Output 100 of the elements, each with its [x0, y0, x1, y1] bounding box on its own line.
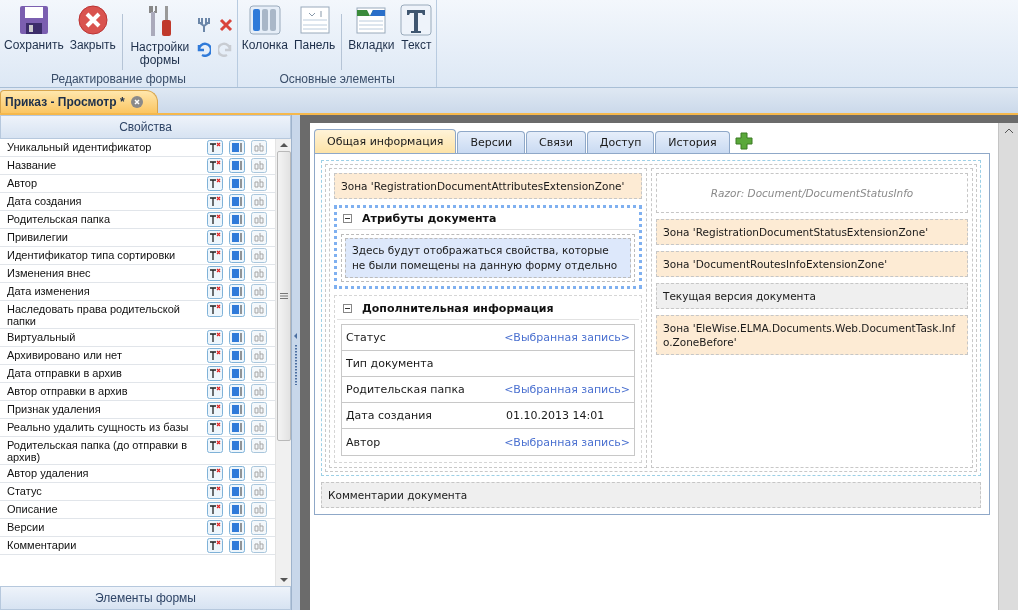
form-tab[interactable]: История: [655, 131, 730, 153]
property-name[interactable]: Автор отправки в архив: [7, 384, 207, 397]
property-name[interactable]: Наследовать права родительской папки: [7, 302, 207, 327]
property-name[interactable]: Родительская папка: [7, 212, 207, 225]
scrollbar-thumb[interactable]: [276, 151, 291, 441]
property-name[interactable]: Реально удалить сущность из базы: [7, 420, 207, 433]
field-icon[interactable]: [229, 348, 245, 363]
field-icon[interactable]: [229, 466, 245, 481]
ribbon-button[interactable]: Сохранить: [2, 2, 66, 54]
form-tab[interactable]: Общая информация: [314, 129, 457, 153]
text-label-icon[interactable]: [207, 248, 223, 263]
field-icon[interactable]: [229, 158, 245, 173]
field-icon[interactable]: [229, 330, 245, 345]
text-label-icon[interactable]: [207, 466, 223, 481]
collapse-icon[interactable]: [343, 214, 352, 223]
form-panel[interactable]: Атрибуты документа Здесь будут отображаться свойства, которые не были помещены на данную форму отдельно: [334, 205, 642, 289]
property-name[interactable]: Привилегии: [7, 230, 207, 243]
ribbon-button[interactable]: Колонка: [239, 2, 290, 54]
panel-footer[interactable]: Элементы формы: [0, 586, 291, 610]
property-block[interactable]: Комментарии документа: [321, 482, 981, 508]
text-label-icon[interactable]: [207, 348, 223, 363]
field-icon[interactable]: [229, 384, 245, 399]
property-name[interactable]: Версии: [7, 520, 207, 533]
property-name[interactable]: Автор: [7, 176, 207, 189]
text-label-icon[interactable]: [207, 402, 223, 417]
zone-block[interactable]: Зона 'EleWise.ELMA.Documents.Web.DocumentTask.Info.ZoneBefore': [656, 315, 968, 355]
ribbon-button[interactable]: Закрыть: [67, 2, 118, 54]
text-label-icon[interactable]: [207, 284, 223, 299]
collapse-icon[interactable]: [343, 304, 352, 313]
property-block[interactable]: Текущая версия документа: [656, 283, 968, 309]
field-icon[interactable]: [229, 266, 245, 281]
text-label-icon[interactable]: [207, 212, 223, 227]
text-label-icon[interactable]: [207, 266, 223, 281]
field-icon[interactable]: [229, 302, 245, 317]
document-tab[interactable]: Приказ - Просмотр *: [0, 90, 158, 113]
text-label-icon[interactable]: [207, 176, 223, 191]
zone-block[interactable]: Зона 'RegistrationDocumentStatusExtensionZone': [656, 219, 968, 245]
text-label-icon[interactable]: [207, 230, 223, 245]
field-icon[interactable]: [229, 502, 245, 517]
field-icon[interactable]: [229, 248, 245, 263]
zone-block[interactable]: Зона 'RegistrationDocumentAttributesExtensionZone': [334, 173, 642, 199]
field-icon[interactable]: [229, 230, 245, 245]
text-label-icon[interactable]: [207, 158, 223, 173]
field-icon[interactable]: [229, 284, 245, 299]
text-label-icon[interactable]: [207, 330, 223, 345]
field-icon[interactable]: [229, 438, 245, 453]
property-name[interactable]: Архивировано или нет: [7, 348, 207, 361]
text-label-icon[interactable]: [207, 366, 223, 381]
field-icon[interactable]: [229, 212, 245, 227]
property-name[interactable]: Дата создания: [7, 194, 207, 207]
ribbon-button[interactable]: Текст: [398, 2, 435, 54]
form-panel[interactable]: Дополнительная информация Статус <Выбранная запись> Тип документа Родительская папка <Выбранная запись> Дата создания 01.10.2013 14:01 Автор <Выбранная запись>: [334, 295, 642, 463]
scroll-up-icon[interactable]: [1003, 127, 1014, 135]
property-name[interactable]: Описание: [7, 502, 207, 515]
property-name[interactable]: Дата изменения: [7, 284, 207, 297]
field-icon[interactable]: [229, 366, 245, 381]
field-icon[interactable]: [229, 420, 245, 435]
zone-block[interactable]: Зона 'DocumentRoutesInfoExtensionZone': [656, 251, 968, 277]
form-tab[interactable]: Связи: [526, 131, 586, 153]
property-name[interactable]: Статус: [7, 484, 207, 497]
property-name[interactable]: Виртуальный: [7, 330, 207, 343]
field-link[interactable]: <Выбранная запись>: [504, 331, 630, 344]
property-name[interactable]: Автор удаления: [7, 466, 207, 479]
field-icon[interactable]: [229, 176, 245, 191]
text-label-icon[interactable]: [207, 194, 223, 209]
field-icon[interactable]: [229, 538, 245, 553]
text-label-icon[interactable]: [207, 420, 223, 435]
form-tab[interactable]: Доступ: [586, 131, 655, 153]
close-icon[interactable]: [130, 96, 143, 108]
property-name[interactable]: Название: [7, 158, 207, 171]
text-label-icon[interactable]: [207, 484, 223, 499]
property-name[interactable]: Изменения внес: [7, 266, 207, 279]
field-link[interactable]: <Выбранная запись>: [504, 383, 630, 396]
panel-header[interactable]: Свойства: [0, 115, 291, 139]
property-name[interactable]: Комментарии: [7, 538, 207, 551]
undo-icon: [196, 41, 212, 57]
form-tab[interactable]: Версии: [457, 131, 526, 153]
property-name[interactable]: Идентификатор типа сортировки: [7, 248, 207, 261]
field-icon[interactable]: [229, 140, 245, 155]
property-name[interactable]: Уникальный идентификатор: [7, 140, 207, 153]
text-label-icon[interactable]: [207, 502, 223, 517]
text-label-icon[interactable]: [207, 538, 223, 553]
field-icon[interactable]: [229, 402, 245, 417]
text-label-icon[interactable]: [207, 384, 223, 399]
razor-block[interactable]: Razor: Document/DocumentStatusInfo: [656, 173, 968, 213]
property-name[interactable]: Родительская папка (до отправки в архив): [7, 438, 207, 463]
field-icon[interactable]: [229, 194, 245, 209]
text-label-icon[interactable]: [207, 520, 223, 535]
ribbon-button[interactable]: Панель: [291, 2, 338, 54]
field-link[interactable]: <Выбранная запись>: [504, 435, 630, 449]
text-label-icon[interactable]: [207, 302, 223, 317]
field-icon[interactable]: [229, 484, 245, 499]
property-name[interactable]: Дата отправки в архив: [7, 366, 207, 379]
property-name[interactable]: Признак удаления: [7, 402, 207, 415]
ribbon-button[interactable]: Настройки формы: [126, 2, 193, 69]
ribbon-button[interactable]: Вкладки: [346, 2, 397, 54]
text-label-icon[interactable]: [207, 438, 223, 453]
text-label-icon[interactable]: [207, 140, 223, 155]
field-icon[interactable]: [229, 520, 245, 535]
add-icon[interactable]: [734, 132, 753, 150]
